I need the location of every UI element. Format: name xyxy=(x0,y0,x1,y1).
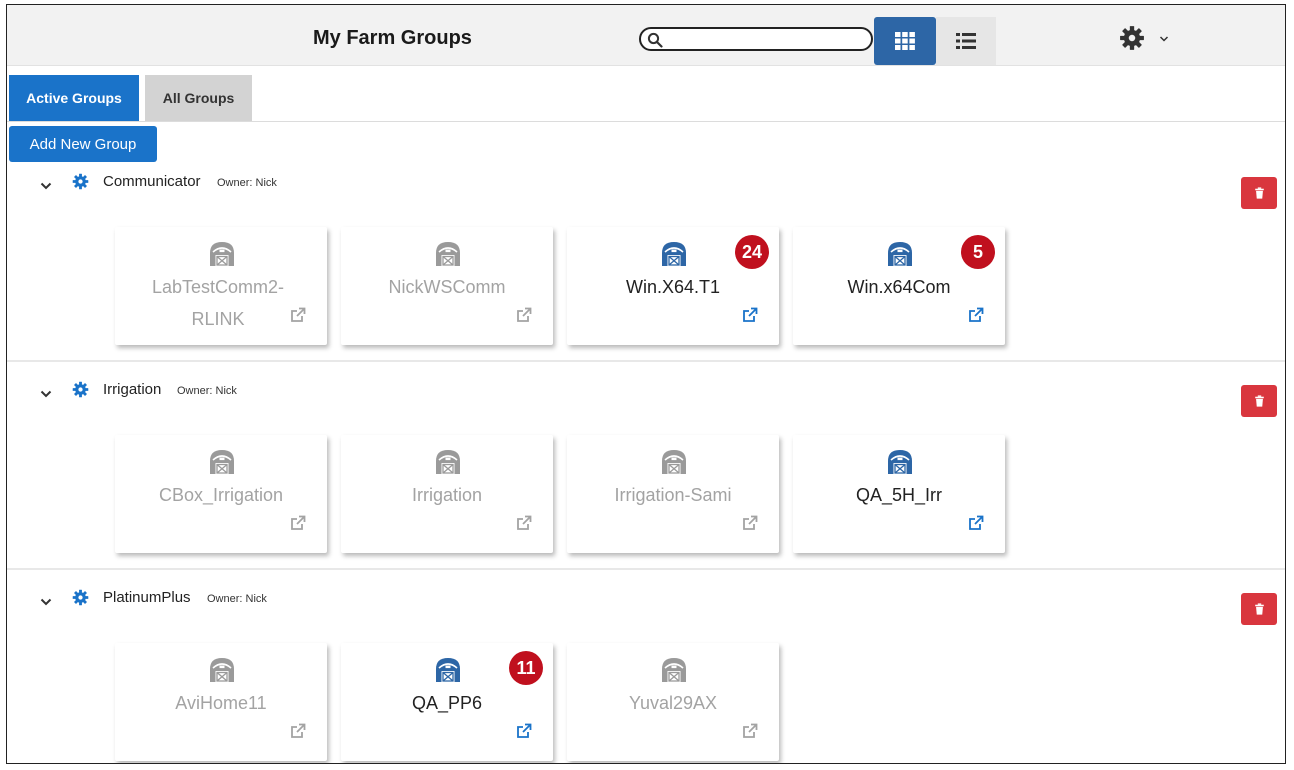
farm-card[interactable]: Irrigation-Sami xyxy=(567,435,779,553)
gear-icon[interactable] xyxy=(72,173,89,195)
farm-name: AviHome11 xyxy=(175,693,267,713)
trash-icon xyxy=(1254,187,1265,199)
farm-name: Yuval29AX xyxy=(628,693,718,713)
barn-icon xyxy=(435,241,461,267)
group-name: Communicator xyxy=(103,173,201,190)
search-icon xyxy=(647,32,663,48)
external-link-icon[interactable] xyxy=(516,723,532,744)
farm-name: Win.X64.T1 xyxy=(625,277,721,297)
tab-all-groups[interactable]: All Groups xyxy=(145,75,252,121)
external-link-icon[interactable] xyxy=(742,307,758,328)
tab-bar: Active Groups All Groups xyxy=(7,75,1285,122)
farm-name: Win.x64Com xyxy=(847,277,951,297)
list-view-button[interactable] xyxy=(936,17,996,65)
farm-card[interactable]: NickWSComm xyxy=(341,227,553,345)
group-divider xyxy=(7,568,1285,570)
delete-group-button[interactable] xyxy=(1241,385,1277,417)
chevron-down-icon[interactable] xyxy=(1159,35,1169,43)
external-link-icon[interactable] xyxy=(290,515,306,536)
farm-name: NickWSComm xyxy=(388,277,506,297)
trash-icon xyxy=(1254,395,1265,407)
barn-icon xyxy=(887,241,913,267)
grid-view-button[interactable] xyxy=(874,17,936,65)
group-owner: Owner: Nick xyxy=(177,385,237,397)
external-link-icon[interactable] xyxy=(290,723,306,744)
farm-name: QA_PP6 xyxy=(411,693,483,713)
notification-badge: 5 xyxy=(961,235,995,269)
farm-name: CBox_Irrigation xyxy=(158,485,284,505)
external-link-icon[interactable] xyxy=(516,307,532,328)
farm-name: Irrigation xyxy=(411,485,483,505)
farm-name: Irrigation-Sami xyxy=(614,485,732,505)
chevron-down-icon[interactable] xyxy=(40,177,52,195)
barn-icon xyxy=(209,241,235,267)
farm-card[interactable]: Win.x64Com 5 xyxy=(793,227,1005,345)
external-link-icon[interactable] xyxy=(742,723,758,744)
page-title: My Farm Groups xyxy=(313,27,472,49)
barn-icon xyxy=(661,241,687,267)
barn-icon xyxy=(661,657,687,683)
barn-icon xyxy=(887,449,913,475)
grid-view-icon xyxy=(895,32,915,50)
gear-icon[interactable] xyxy=(72,589,89,611)
farm-card[interactable]: AviHome11 xyxy=(115,643,327,761)
group-name: PlatinumPlus xyxy=(103,589,191,606)
barn-icon xyxy=(435,449,461,475)
barn-icon xyxy=(209,449,235,475)
farm-card[interactable]: QA_5H_Irr xyxy=(793,435,1005,553)
header-bar: My Farm Groups xyxy=(7,5,1285,66)
farm-name: QA_5H_Irr xyxy=(855,485,943,505)
external-link-icon[interactable] xyxy=(516,515,532,536)
delete-group-button[interactable] xyxy=(1241,593,1277,625)
tab-active-groups[interactable]: Active Groups xyxy=(9,75,139,121)
farm-card[interactable]: CBox_Irrigation xyxy=(115,435,327,553)
group-name: Irrigation xyxy=(103,381,162,398)
farm-card[interactable]: LabTestComm2- RLINK xyxy=(115,227,327,345)
chevron-down-icon[interactable] xyxy=(40,385,52,403)
barn-icon xyxy=(209,657,235,683)
gear-icon[interactable] xyxy=(1119,25,1145,51)
add-new-group-button[interactable]: Add New Group xyxy=(9,126,157,162)
group-owner: Owner: Nick xyxy=(217,177,277,189)
farm-card[interactable]: QA_PP6 11 xyxy=(341,643,553,761)
external-link-icon[interactable] xyxy=(290,307,306,328)
search-input[interactable] xyxy=(667,30,867,50)
delete-group-button[interactable] xyxy=(1241,177,1277,209)
farm-card[interactable]: Yuval29AX xyxy=(567,643,779,761)
external-link-icon[interactable] xyxy=(968,307,984,328)
group-owner: Owner: Nick xyxy=(207,593,267,605)
search-box[interactable] xyxy=(639,27,873,51)
barn-icon xyxy=(435,657,461,683)
farm-card[interactable]: Win.X64.T1 24 xyxy=(567,227,779,345)
list-view-icon xyxy=(956,33,976,49)
barn-icon xyxy=(661,449,687,475)
gear-icon[interactable] xyxy=(72,381,89,403)
group-divider xyxy=(7,360,1285,362)
app-frame: My Farm Groups Active Groups All Groups … xyxy=(6,4,1286,764)
farm-name: LabTestComm2- RLINK xyxy=(133,275,303,331)
notification-badge: 24 xyxy=(735,235,769,269)
external-link-icon[interactable] xyxy=(968,515,984,536)
notification-badge: 11 xyxy=(509,651,543,685)
farm-card[interactable]: Irrigation xyxy=(341,435,553,553)
chevron-down-icon[interactable] xyxy=(40,593,52,611)
external-link-icon[interactable] xyxy=(742,515,758,536)
trash-icon xyxy=(1254,603,1265,615)
farm-name-line: LabTestComm2- xyxy=(151,277,285,297)
farm-name-line: RLINK xyxy=(191,309,245,329)
